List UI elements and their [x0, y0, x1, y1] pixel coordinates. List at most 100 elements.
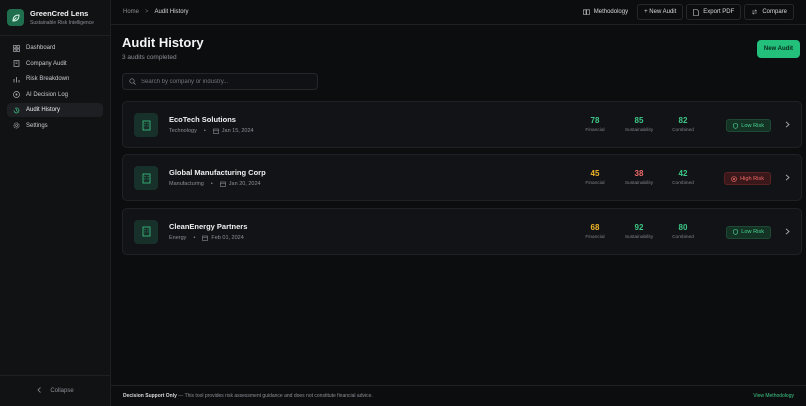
log-icon — [12, 91, 20, 99]
combined-score-value: 80 — [678, 222, 688, 232]
brand: GreenCred Lens Sustainable Risk Intellig… — [0, 0, 110, 36]
sustainability-score: 92 Sustainability — [619, 223, 659, 240]
company-name: EcoTech Solutions — [169, 115, 236, 124]
risk-badge: High Risk — [724, 172, 771, 186]
file-icon — [693, 8, 700, 16]
sidebar-item-label: Audit History — [26, 107, 61, 114]
export-pdf-label: Export PDF — [703, 9, 735, 15]
sidebar-item-dashboard[interactable]: Dashboard — [7, 41, 103, 55]
industry: Manufacturing — [169, 181, 204, 188]
new-audit-button[interactable]: New Audit — [756, 40, 800, 58]
combined-score-value: 82 — [678, 116, 688, 125]
combined-score-value: 42 — [678, 169, 688, 179]
sidebar-item-label: Dashboard — [26, 45, 56, 51]
sidebar-item-label: Settings — [26, 122, 48, 129]
financial-score-value: 45 — [590, 169, 600, 179]
financial-score: 45 Financial — [575, 169, 615, 186]
card-meta: Technology • Jan 15, 2024 — [169, 128, 254, 134]
building-icon — [134, 113, 158, 137]
history-icon — [12, 106, 20, 114]
financial-score-value: 68 — [590, 222, 600, 232]
building-icon — [134, 219, 158, 244]
company-name: Global Manufacturing Corp — [169, 168, 266, 178]
main-content: Audit History 3 audits completed New Aud… — [111, 25, 806, 385]
combined-score-label: Combined — [672, 181, 694, 187]
view-methodology-link[interactable]: View Methodology — [753, 393, 794, 399]
disclaimer-text: — This tool provides risk assessment gui… — [176, 393, 373, 399]
new-audit-top-button[interactable]: + New Audit — [637, 4, 684, 20]
sidebar-item-audit-history[interactable]: Audit History — [7, 103, 103, 118]
scores: 45 Financial 38 Sustainability 42 Combin… — [571, 169, 703, 186]
audit-card[interactable]: EcoTech Solutions Technology • Jan 15, 2… — [122, 101, 802, 148]
page-subtitle: 3 audits completed — [122, 54, 177, 61]
leaf-logo-icon — [7, 9, 24, 26]
page-title: Audit History — [122, 35, 204, 50]
audit-date: Feb 01, 2024 — [211, 234, 244, 241]
sidebar-item-risk-breakdown[interactable]: Risk Breakdown — [7, 72, 103, 86]
audit-card[interactable]: Global Manufacturing Corp Manufacturing … — [122, 154, 802, 202]
risk-badge: Low Risk — [726, 119, 771, 132]
combined-score: 80 Combined — [663, 223, 703, 240]
search-input[interactable] — [141, 78, 311, 85]
search-box — [122, 73, 318, 90]
financial-score: 68 Financial — [575, 223, 615, 240]
toolbar: Methodology + New Audit Export PDF Compa… — [574, 4, 794, 20]
collapse-button[interactable]: Collapse — [0, 375, 111, 406]
compare-button[interactable]: Compare — [744, 4, 794, 20]
risk-label: Low Risk — [741, 229, 764, 236]
compare-label: Compare — [762, 9, 787, 15]
financial-score-label: Financial — [585, 128, 605, 133]
meta-separator: • — [210, 181, 213, 188]
chevron-right-icon[interactable] — [785, 174, 790, 181]
new-audit-label: New Audit — [763, 46, 793, 52]
financial-score-label: Financial — [585, 181, 605, 187]
industry: Energy — [169, 234, 187, 241]
new-audit-top-label: + New Audit — [644, 9, 677, 15]
audit-card[interactable]: CleanEnergy Partners Energy • Feb 01, 20… — [122, 207, 802, 255]
calendar-icon — [202, 235, 209, 241]
breadcrumb-separator: > — [145, 9, 149, 15]
collapse-label: Collapse — [50, 388, 74, 394]
chevron-right-icon[interactable] — [785, 228, 790, 235]
financial-score: 78 Financial — [575, 116, 615, 133]
industry: Technology — [169, 128, 197, 134]
scores: 68 Financial 92 Sustainability 80 Combin… — [571, 223, 703, 240]
sidebar-item-settings[interactable]: Settings — [7, 119, 103, 133]
combined-score: 82 Combined — [663, 116, 703, 133]
financial-score-value: 78 — [590, 116, 600, 125]
risk-label: High Risk — [740, 175, 764, 182]
book-icon — [582, 9, 590, 15]
sidebar-item-ai-decision-log[interactable]: AI Decision Log — [7, 88, 103, 102]
breadcrumb: Home > Audit History — [123, 9, 189, 15]
risk-label: Low Risk — [741, 122, 764, 129]
breadcrumb-current: Audit History — [154, 9, 189, 15]
alert-circle-icon — [731, 175, 737, 182]
export-pdf-button[interactable]: Export PDF — [686, 4, 742, 20]
breadcrumb-home[interactable]: Home — [123, 9, 139, 15]
sidebar-item-company-audit[interactable]: Company Audit — [7, 57, 103, 71]
card-meta: Energy • Feb 01, 2024 — [169, 235, 244, 241]
audit-date: Jan 20, 2024 — [228, 181, 261, 188]
sustainability-score-label: Sustainability — [624, 181, 654, 187]
combined-score-label: Combined — [672, 128, 694, 133]
grid-icon — [12, 44, 20, 52]
meta-separator: • — [193, 234, 196, 241]
methodology-label: Methodology — [593, 9, 629, 15]
sidebar: GreenCred Lens Sustainable Risk Intellig… — [0, 0, 111, 406]
chevron-left-icon — [37, 387, 42, 395]
financial-score-label: Financial — [585, 234, 605, 240]
sustainability-score-label: Sustainability — [624, 234, 654, 240]
sidebar-item-label: Company Audit — [26, 60, 67, 67]
sidebar-nav: Dashboard Company Audit Risk Breakdown A… — [0, 36, 110, 140]
app-subtitle: Sustainable Risk Intelligence — [30, 19, 94, 26]
chevron-right-icon[interactable] — [785, 121, 790, 128]
disclaimer-title: Decision Support Only — [123, 393, 177, 399]
sustainability-score-value: 85 — [634, 116, 644, 125]
combined-score-label: Combined — [672, 234, 694, 240]
scores: 78 Financial 85 Sustainability 82 Combin… — [571, 116, 703, 133]
sustainability-score-label: Sustainability — [624, 128, 654, 133]
company-name: CleanEnergy Partners — [169, 221, 248, 231]
shield-icon — [733, 122, 739, 129]
calendar-icon — [212, 128, 219, 134]
methodology-button[interactable]: Methodology — [577, 4, 634, 20]
